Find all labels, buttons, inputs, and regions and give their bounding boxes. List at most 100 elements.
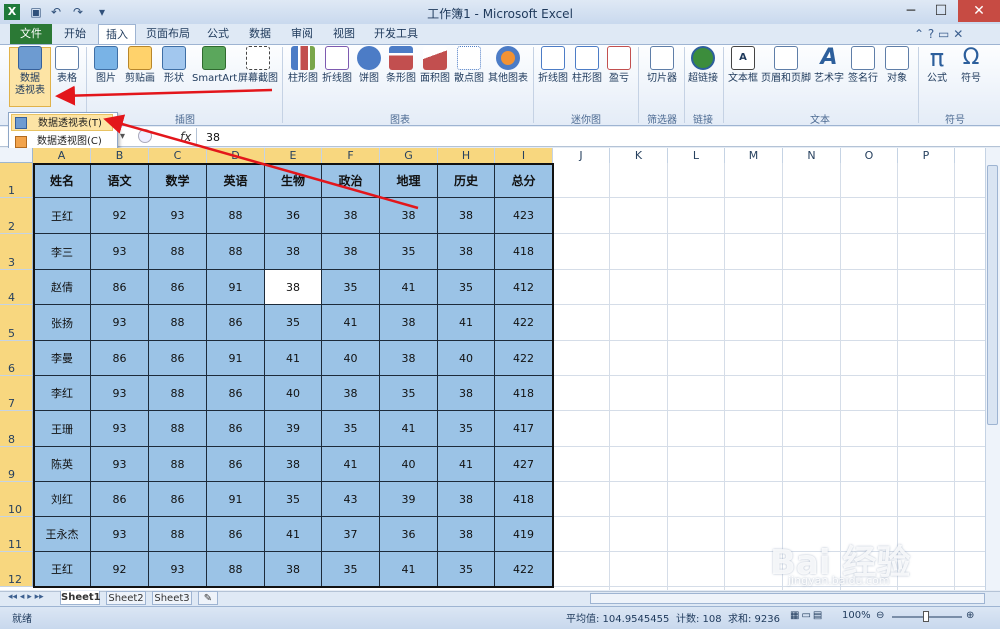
tab-developer[interactable]: 开发工具	[368, 24, 424, 44]
table-cell[interactable]: 38	[265, 270, 322, 305]
table-cell[interactable]: 93	[91, 517, 149, 552]
screenshot-button[interactable]: 屏幕截图	[236, 46, 280, 85]
table-cell[interactable]: 41	[265, 517, 322, 552]
column-chart-button[interactable]: 柱形图	[286, 46, 320, 85]
table-cell[interactable]: 41	[380, 552, 438, 587]
row-header-3[interactable]: 3	[0, 234, 33, 270]
table-cell[interactable]: 35	[380, 234, 438, 270]
tab-view[interactable]: 视图	[326, 24, 362, 44]
table-cell[interactable]: 86	[91, 341, 149, 376]
table-cell[interactable]: 39	[265, 411, 322, 447]
sheet-tab-1[interactable]: Sheet1	[60, 591, 101, 605]
function-icon[interactable]: fx	[180, 130, 191, 144]
table-cell[interactable]: 38	[322, 376, 380, 411]
table-cell[interactable]: 40	[438, 341, 495, 376]
table-cell[interactable]: 王永杰	[33, 517, 91, 552]
tab-page-layout[interactable]: 页面布局	[140, 24, 196, 44]
table-cell[interactable]: 38	[438, 376, 495, 411]
sheet-tab-2[interactable]: Sheet2	[106, 591, 146, 605]
zoom-in-icon[interactable]: ⊕	[966, 610, 974, 621]
tab-formulas[interactable]: 公式	[200, 24, 236, 44]
table-cell[interactable]: 41	[322, 305, 380, 341]
bar-chart-button[interactable]: 条形图	[384, 46, 418, 85]
table-cell[interactable]: 38	[322, 234, 380, 270]
area-chart-button[interactable]: 面积图	[418, 46, 452, 85]
table-cell[interactable]: 86	[149, 270, 207, 305]
sheet-tab-3[interactable]: Sheet3	[152, 591, 192, 605]
table-header-cell[interactable]: 英语	[207, 163, 265, 198]
table-cell[interactable]: 35	[438, 411, 495, 447]
table-cell[interactable]: 422	[495, 305, 553, 341]
wordart-button[interactable]: A 艺术字	[812, 46, 846, 85]
table-cell[interactable]: 40	[265, 376, 322, 411]
table-cell[interactable]: 92	[91, 198, 149, 234]
table-cell[interactable]: 417	[495, 411, 553, 447]
table-cell[interactable]: 86	[149, 341, 207, 376]
zoom-slider-thumb[interactable]	[923, 611, 929, 622]
row-header-4[interactable]: 4	[0, 270, 33, 305]
column-header-K[interactable]: K	[610, 148, 668, 163]
sheet-nav-icon[interactable]: ◂◂ ◂ ▸ ▸▸	[8, 592, 44, 602]
table-cell[interactable]: 88	[207, 234, 265, 270]
textbox-button[interactable]: A 文本框	[726, 46, 760, 85]
table-header-cell[interactable]: 历史	[438, 163, 495, 198]
table-cell[interactable]: 88	[149, 305, 207, 341]
sparkline-line-button[interactable]: 折线图	[536, 46, 570, 85]
table-cell[interactable]: 35	[322, 411, 380, 447]
table-cell[interactable]: 86	[207, 376, 265, 411]
table-cell[interactable]: 93	[91, 234, 149, 270]
table-cell[interactable]: 412	[495, 270, 553, 305]
table-cell[interactable]: 35	[322, 552, 380, 587]
column-header-P[interactable]: P	[898, 148, 955, 163]
row-header-10[interactable]: 10	[0, 482, 33, 517]
table-cell[interactable]: 38	[380, 198, 438, 234]
table-cell[interactable]: 418	[495, 482, 553, 517]
table-cell[interactable]: 93	[91, 411, 149, 447]
table-cell[interactable]: 91	[207, 270, 265, 305]
table-cell[interactable]: 陈英	[33, 447, 91, 482]
table-cell[interactable]: 36	[265, 198, 322, 234]
maximize-icon[interactable]: ☐	[926, 0, 956, 22]
table-header-cell[interactable]: 语文	[91, 163, 149, 198]
column-header-O[interactable]: O	[841, 148, 898, 163]
table-cell[interactable]: 88	[149, 376, 207, 411]
picture-button[interactable]: 图片	[90, 46, 122, 85]
equation-button[interactable]: π 公式	[920, 46, 954, 85]
row-header-6[interactable]: 6	[0, 341, 33, 376]
table-cell[interactable]: 418	[495, 234, 553, 270]
close-icon[interactable]: ✕	[958, 0, 1000, 22]
column-header-A[interactable]: A	[33, 148, 91, 163]
pie-chart-button[interactable]: 饼图	[354, 46, 384, 85]
signature-line-button[interactable]: 签名行	[846, 46, 880, 85]
smartart-button[interactable]: SmartArt	[192, 46, 237, 85]
sparkline-column-button[interactable]: 柱形图	[570, 46, 604, 85]
column-header-D[interactable]: D	[207, 148, 265, 163]
table-cell[interactable]: 88	[149, 411, 207, 447]
row-header-1[interactable]: 1	[0, 163, 33, 198]
row-header-7[interactable]: 7	[0, 376, 33, 411]
table-cell[interactable]: 43	[322, 482, 380, 517]
column-header-C[interactable]: C	[149, 148, 207, 163]
table-cell[interactable]: 88	[149, 447, 207, 482]
table-cell[interactable]: 38	[265, 552, 322, 587]
header-footer-button[interactable]: 页眉和页脚	[760, 46, 812, 85]
table-cell[interactable]: 91	[207, 341, 265, 376]
row-header-9[interactable]: 9	[0, 447, 33, 482]
symbol-button[interactable]: Ω 符号	[954, 46, 988, 85]
table-cell[interactable]: 427	[495, 447, 553, 482]
table-header-cell[interactable]: 数学	[149, 163, 207, 198]
column-header-B[interactable]: B	[91, 148, 149, 163]
object-button[interactable]: 对象	[880, 46, 914, 85]
table-cell[interactable]: 419	[495, 517, 553, 552]
table-cell[interactable]: 86	[207, 305, 265, 341]
table-cell[interactable]: 刘红	[33, 482, 91, 517]
row-header-5[interactable]: 5	[0, 305, 33, 341]
scrollbar-thumb[interactable]	[987, 165, 998, 425]
column-header-L[interactable]: L	[668, 148, 725, 163]
table-cell[interactable]: 93	[149, 198, 207, 234]
table-cell[interactable]: 李三	[33, 234, 91, 270]
table-cell[interactable]: 35	[322, 270, 380, 305]
table-cell[interactable]: 37	[322, 517, 380, 552]
table-cell[interactable]: 38	[265, 234, 322, 270]
zoom-level[interactable]: 100%	[842, 610, 871, 621]
